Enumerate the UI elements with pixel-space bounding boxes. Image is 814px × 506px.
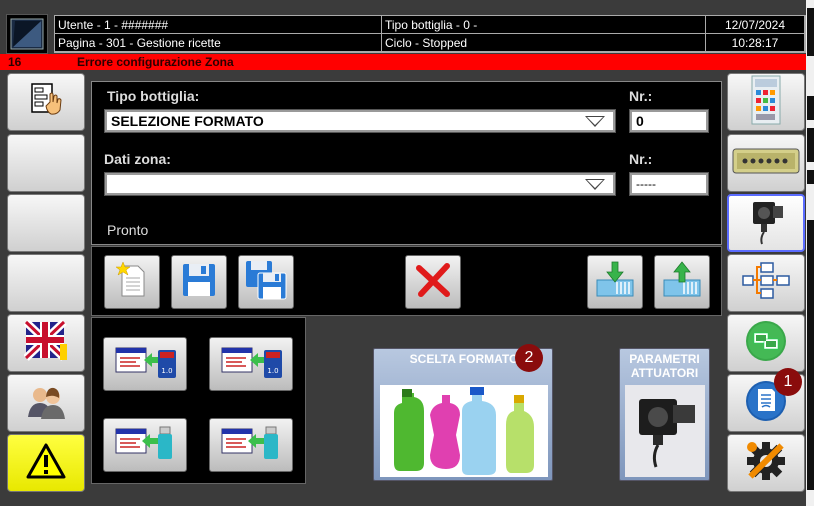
actuator-photo-icon — [625, 385, 705, 482]
delete-recipe-button[interactable] — [405, 255, 461, 309]
settings-button[interactable] — [727, 434, 805, 492]
import-icon — [593, 260, 637, 305]
header-user: Utente - 1 - ####### — [55, 16, 382, 34]
language-button[interactable] — [7, 314, 85, 372]
sd-export-icon: 1.0 — [216, 342, 286, 387]
settings-wrench-icon — [743, 438, 789, 489]
alarm-bar[interactable]: 16 Errore configurazione Zona — [0, 54, 806, 70]
chevron-down-icon — [585, 179, 605, 190]
bottle-type-select[interactable]: SELEZIONE FORMATO — [104, 109, 616, 133]
sd-export-button[interactable]: 1.0 — [209, 337, 293, 391]
svg-text:1.0: 1.0 — [161, 367, 172, 375]
bottle-type-label: Tipo bottiglia: — [107, 88, 200, 104]
bottle-nr-label: Nr.: — [629, 88, 653, 104]
usb-import-button[interactable] — [103, 418, 187, 472]
monitor-network-icon — [744, 319, 788, 368]
zone-nr-label: Nr.: — [629, 151, 653, 167]
actuator-parameters-title: PARAMETRI ATTUATORI — [629, 352, 700, 380]
logo-icon — [6, 14, 48, 54]
save-icon — [179, 260, 219, 305]
pcb-board-icon — [731, 143, 801, 184]
uk-flag-icon — [23, 318, 68, 367]
usb-export-button[interactable] — [209, 418, 293, 472]
save-as-icon — [244, 259, 288, 306]
header-time: 10:28:17 — [706, 34, 805, 52]
svg-text:1.0: 1.0 — [267, 367, 278, 375]
sd-import-button[interactable]: 1.0 — [103, 337, 187, 391]
header-date: 12/07/2024 — [706, 16, 805, 34]
bottles-icon — [380, 385, 548, 482]
usb-import-icon — [110, 423, 180, 468]
alarm-code: 16 — [8, 55, 22, 69]
new-file-icon — [114, 260, 150, 305]
users-button[interactable] — [7, 374, 85, 432]
left-empty-button-3[interactable] — [7, 254, 85, 312]
sd-import-icon: 1.0 — [110, 342, 180, 387]
zone-data-select[interactable] — [104, 172, 616, 196]
zone-data-label: Dati zona: — [104, 151, 171, 167]
bottle-type-value: SELEZIONE FORMATO — [111, 113, 264, 129]
recipe-form-panel: Tipo bottiglia: SELEZIONE FORMATO Nr.: 0… — [91, 81, 722, 245]
warning-icon — [24, 441, 68, 486]
bottle-nr-field[interactable]: 0 — [629, 109, 709, 133]
zone-nr-field[interactable]: ----- — [629, 172, 709, 196]
header-bottle-type: Tipo bottiglia - 0 - — [382, 16, 706, 34]
delete-icon — [413, 260, 453, 305]
usb-export-icon — [216, 423, 286, 468]
left-empty-button-1[interactable] — [7, 134, 85, 192]
recipe-hand-icon — [26, 80, 66, 125]
save-as-recipe-button[interactable] — [238, 255, 294, 309]
document-badge: 1 — [774, 368, 802, 396]
recipe-button[interactable] — [7, 73, 85, 131]
hmi-screen: Utente - 1 - ####### Pagina - 301 - Gest… — [0, 0, 814, 506]
header-page: Pagina - 301 - Gestione ricette — [55, 34, 382, 52]
format-badge: 2 — [515, 344, 543, 372]
transfer-panel: 1.0 1.0 — [91, 317, 306, 484]
network-tree-icon — [741, 261, 791, 306]
actuator-icon — [743, 196, 789, 251]
users-icon — [24, 381, 68, 426]
network-tree-button[interactable] — [727, 254, 805, 312]
header-bar: Utente - 1 - ####### Pagina - 301 - Gest… — [54, 15, 806, 53]
status-text: Pronto — [107, 222, 149, 238]
monitor-network-button[interactable] — [727, 314, 805, 372]
warning-button[interactable] — [7, 434, 85, 492]
right-edge-decoration — [806, 0, 814, 506]
left-empty-button-2[interactable] — [7, 194, 85, 252]
format-selection-title: SCELTA FORMATO — [409, 352, 519, 366]
new-recipe-button[interactable] — [104, 255, 160, 309]
actuator-parameters-button[interactable]: PARAMETRI ATTUATORI — [619, 348, 710, 481]
header-cycle: Ciclo - Stopped — [382, 34, 706, 52]
control-panel-button[interactable] — [727, 73, 805, 131]
export-recipe-button[interactable] — [654, 255, 710, 309]
pcb-board-button[interactable] — [727, 134, 805, 192]
save-recipe-button[interactable] — [171, 255, 227, 309]
recipe-toolbar — [91, 246, 722, 316]
alarm-message: Errore configurazione Zona — [77, 55, 234, 69]
actuator-button[interactable] — [727, 194, 805, 252]
import-recipe-button[interactable] — [587, 255, 643, 309]
export-icon — [660, 260, 704, 305]
control-panel-icon — [746, 74, 786, 131]
chevron-down-icon — [585, 116, 605, 127]
